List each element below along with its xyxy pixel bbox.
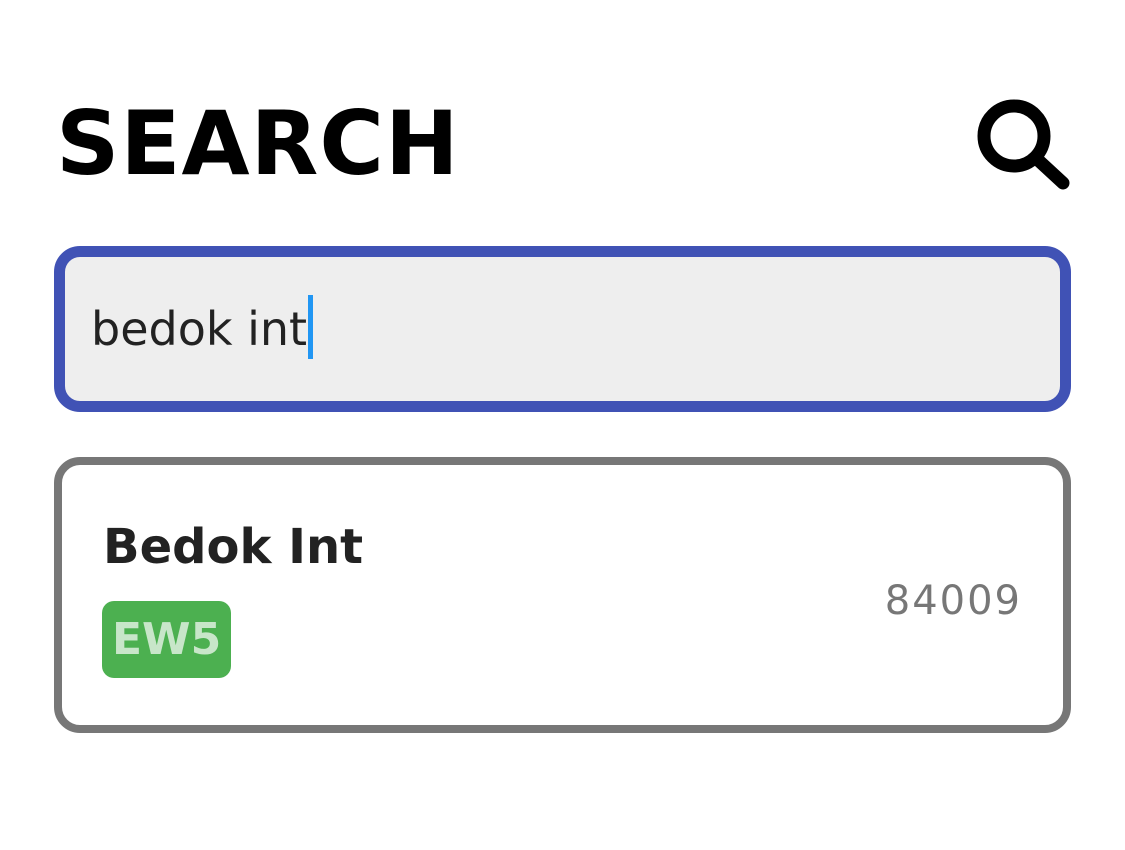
search-input-value: bedok int	[91, 293, 314, 365]
stop-name: Bedok Int	[103, 519, 364, 575]
search-input[interactable]: bedok int	[54, 246, 1071, 412]
search-icon[interactable]	[972, 94, 1072, 194]
search-query-text: bedok int	[91, 302, 308, 356]
header: SEARCH	[56, 92, 1072, 202]
stop-code: 84009	[884, 578, 1022, 624]
line-badge: EW5	[102, 601, 232, 678]
search-screen: SEARCH bedok int Bedok Int 84009 EW5	[0, 0, 1125, 850]
search-result-card[interactable]: Bedok Int 84009 EW5	[54, 457, 1071, 733]
text-cursor	[308, 295, 314, 359]
page-title: SEARCH	[56, 92, 460, 195]
